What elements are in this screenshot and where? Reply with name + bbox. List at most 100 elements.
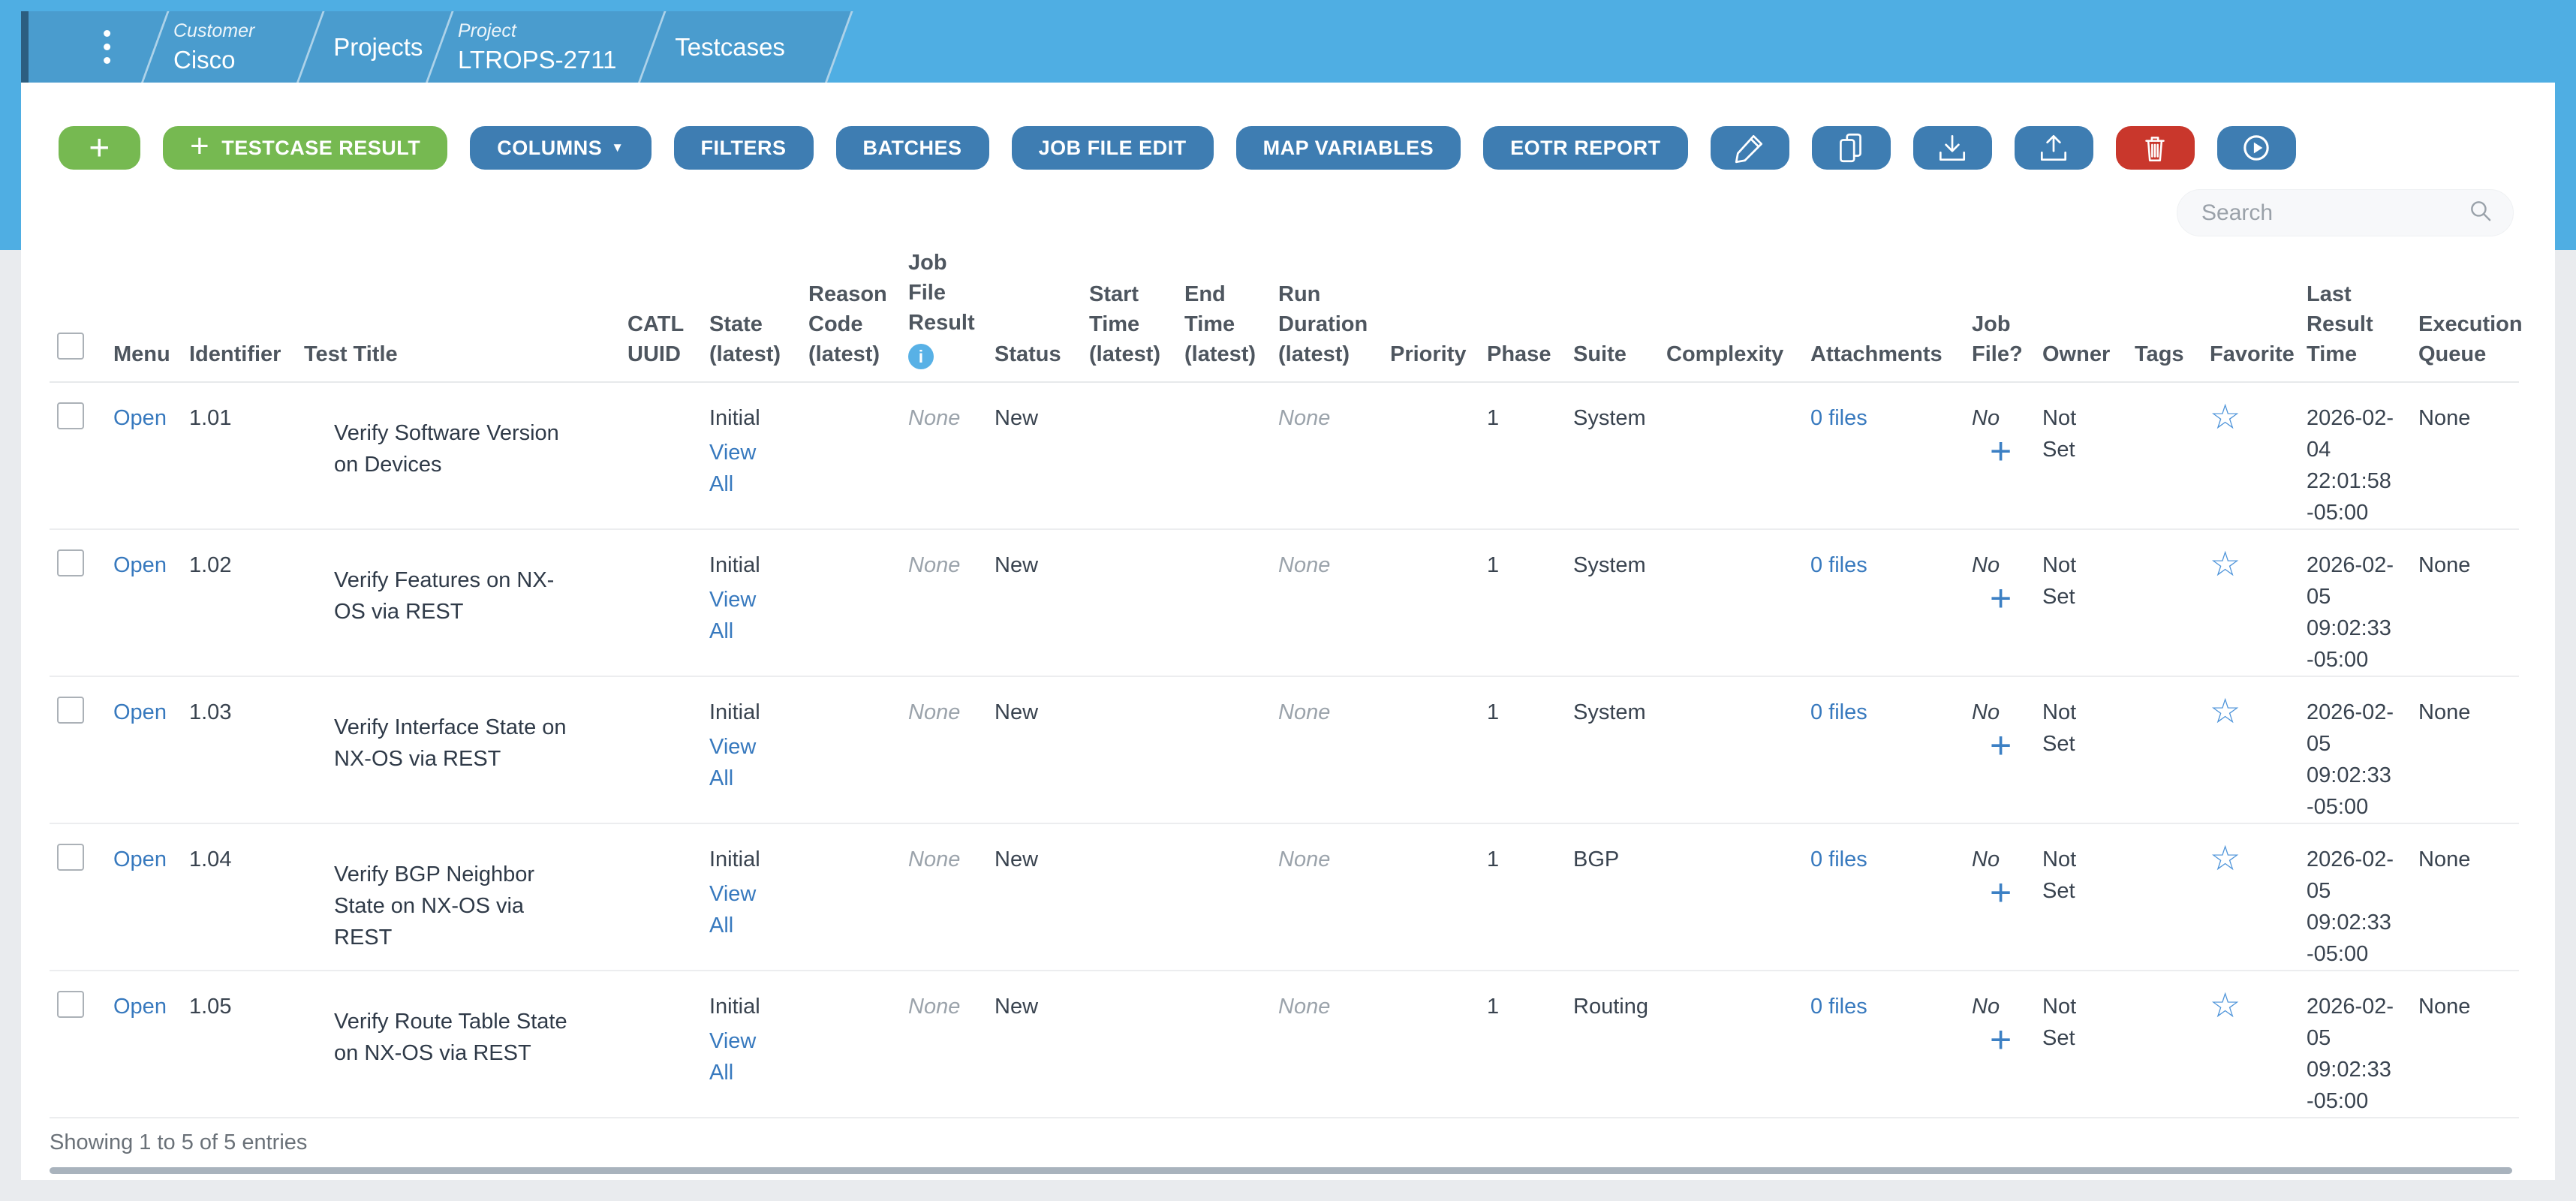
favorite-star-icon[interactable]: ☆ — [2210, 691, 2240, 730]
open-link[interactable]: Open — [113, 847, 167, 871]
row-checkbox[interactable] — [57, 844, 84, 871]
view-all-link[interactable]: View All — [709, 878, 769, 941]
breadcrumb-project[interactable]: Project LTROPS-2711 — [428, 11, 667, 83]
favorite-star-icon[interactable]: ☆ — [2210, 986, 2240, 1025]
search-icon[interactable] — [2466, 197, 2495, 229]
attachments-link[interactable]: 0 files — [1810, 847, 1867, 871]
row-checkbox[interactable] — [57, 991, 84, 1018]
add-testcase-button[interactable]: + — [59, 126, 140, 170]
reason-code-cell — [808, 676, 908, 823]
open-link[interactable]: Open — [113, 406, 167, 430]
priority-cell — [1390, 823, 1487, 971]
col-complexity: Complexity — [1666, 248, 1810, 382]
table-row: Open 1.04 Verify BGP Neighbor State on N… — [50, 823, 2519, 971]
row-checkbox[interactable] — [57, 402, 84, 429]
execution-queue-cell: None — [2418, 676, 2519, 823]
col-catl-uuid: CATL UUID — [627, 248, 709, 382]
state-value: Initial — [709, 847, 760, 871]
col-end-time: End Time (latest) — [1184, 248, 1278, 382]
table-row: Open 1.05 Verify Route Table State on NX… — [50, 971, 2519, 1118]
horizontal-scrollbar[interactable] — [50, 1167, 2512, 1174]
job-file-result-cell: None — [908, 995, 960, 1019]
tags-cell — [2135, 971, 2210, 1118]
suite-cell: BGP — [1573, 823, 1666, 971]
breadcrumb-customer[interactable]: Customer Cisco — [143, 11, 325, 83]
favorite-star-icon[interactable]: ☆ — [2210, 544, 2240, 583]
complexity-cell — [1666, 676, 1810, 823]
status-cell: New — [995, 971, 1089, 1118]
batches-button[interactable]: BATCHES — [836, 126, 989, 170]
table-row: Open 1.03 Verify Interface State on NX-O… — [50, 676, 2519, 823]
view-all-link[interactable]: View All — [709, 1025, 769, 1088]
filters-button[interactable]: FILTERS — [674, 126, 814, 170]
testcases-table: Menu Identifier Test Title CATL UUID Sta… — [50, 248, 2519, 1174]
row-checkbox[interactable] — [57, 549, 84, 576]
testcase-result-button[interactable]: +TESTCASE RESULT — [163, 126, 447, 170]
identifier-cell: 1.03 — [189, 676, 304, 823]
content-card: + +TESTCASE RESULT COLUMNS▼ FILTERS BATC… — [21, 83, 2555, 1180]
view-all-link[interactable]: View All — [709, 584, 769, 647]
add-job-file-button[interactable]: + — [1990, 434, 2012, 468]
search-box — [2177, 189, 2514, 236]
col-test-title: Test Title — [304, 248, 627, 382]
end-time-cell — [1184, 823, 1278, 971]
phase-cell: 1 — [1487, 823, 1573, 971]
kebab-menu-icon[interactable] — [88, 30, 125, 64]
test-title: Verify Interface State on NX-OS via REST — [334, 712, 583, 775]
run-duration-cell: None — [1278, 553, 1330, 577]
attachments-link[interactable]: 0 files — [1810, 553, 1867, 577]
last-result-time-cell: 2026-02-05 09:02:33 -05:00 — [2307, 549, 2398, 676]
col-job-file-result: Job File Resulti — [908, 248, 995, 382]
job-file-edit-button[interactable]: JOB FILE EDIT — [1012, 126, 1214, 170]
duplicate-button[interactable] — [1812, 126, 1891, 170]
end-time-cell — [1184, 529, 1278, 676]
favorite-star-icon[interactable]: ☆ — [2210, 838, 2240, 877]
suite-cell: System — [1573, 382, 1666, 529]
plus-icon: + — [190, 128, 209, 165]
add-job-file-button[interactable]: + — [1990, 875, 2012, 910]
attachments-link[interactable]: 0 files — [1810, 700, 1867, 724]
identifier-cell: 1.04 — [189, 823, 304, 971]
start-time-cell — [1089, 529, 1184, 676]
upload-button[interactable] — [2015, 126, 2093, 170]
columns-button[interactable]: COLUMNS▼ — [470, 126, 651, 170]
attachments-link[interactable]: 0 files — [1810, 406, 1867, 430]
table-header-row: Menu Identifier Test Title CATL UUID Sta… — [50, 248, 2519, 382]
attachments-link[interactable]: 0 files — [1810, 995, 1867, 1019]
job-file-cell: No — [1972, 995, 2000, 1019]
open-link[interactable]: Open — [113, 995, 167, 1019]
identifier-cell: 1.05 — [189, 971, 304, 1118]
row-checkbox[interactable] — [57, 697, 84, 724]
breadcrumb-projects[interactable]: Projects — [299, 11, 454, 83]
run-button[interactable] — [2217, 126, 2296, 170]
info-icon[interactable]: i — [908, 344, 934, 369]
col-job-file: Job File? — [1972, 248, 2042, 382]
open-link[interactable]: Open — [113, 553, 167, 577]
test-title: Verify BGP Neighbor State on NX-OS via R… — [334, 859, 583, 953]
search-input[interactable] — [2200, 200, 2466, 227]
add-job-file-button[interactable]: + — [1990, 581, 2012, 616]
download-button[interactable] — [1913, 126, 1992, 170]
select-all-checkbox[interactable] — [57, 333, 84, 360]
add-job-file-button[interactable]: + — [1990, 1022, 2012, 1057]
view-all-link[interactable]: View All — [709, 437, 769, 500]
reason-code-cell — [808, 823, 908, 971]
add-job-file-button[interactable]: + — [1990, 728, 2012, 763]
tags-cell — [2135, 676, 2210, 823]
eotr-report-button[interactable]: EOTR REPORT — [1483, 126, 1688, 170]
map-variables-button[interactable]: MAP VARIABLES — [1236, 126, 1461, 170]
breadcrumb-testcases[interactable]: Testcases — [640, 11, 853, 83]
edit-button[interactable] — [1711, 126, 1789, 170]
delete-button[interactable] — [2116, 126, 2195, 170]
view-all-link[interactable]: View All — [709, 731, 769, 794]
suite-cell: Routing — [1573, 971, 1666, 1118]
run-duration-cell: None — [1278, 847, 1330, 871]
favorite-star-icon[interactable]: ☆ — [2210, 397, 2240, 436]
run-duration-cell: None — [1278, 995, 1330, 1019]
state-value: Initial — [709, 406, 760, 430]
open-link[interactable]: Open — [113, 700, 167, 724]
col-menu: Menu — [113, 248, 189, 382]
trash-icon — [2138, 131, 2172, 165]
pencil-icon — [1732, 131, 1767, 165]
owner-cell: Not Set — [2042, 402, 2104, 465]
